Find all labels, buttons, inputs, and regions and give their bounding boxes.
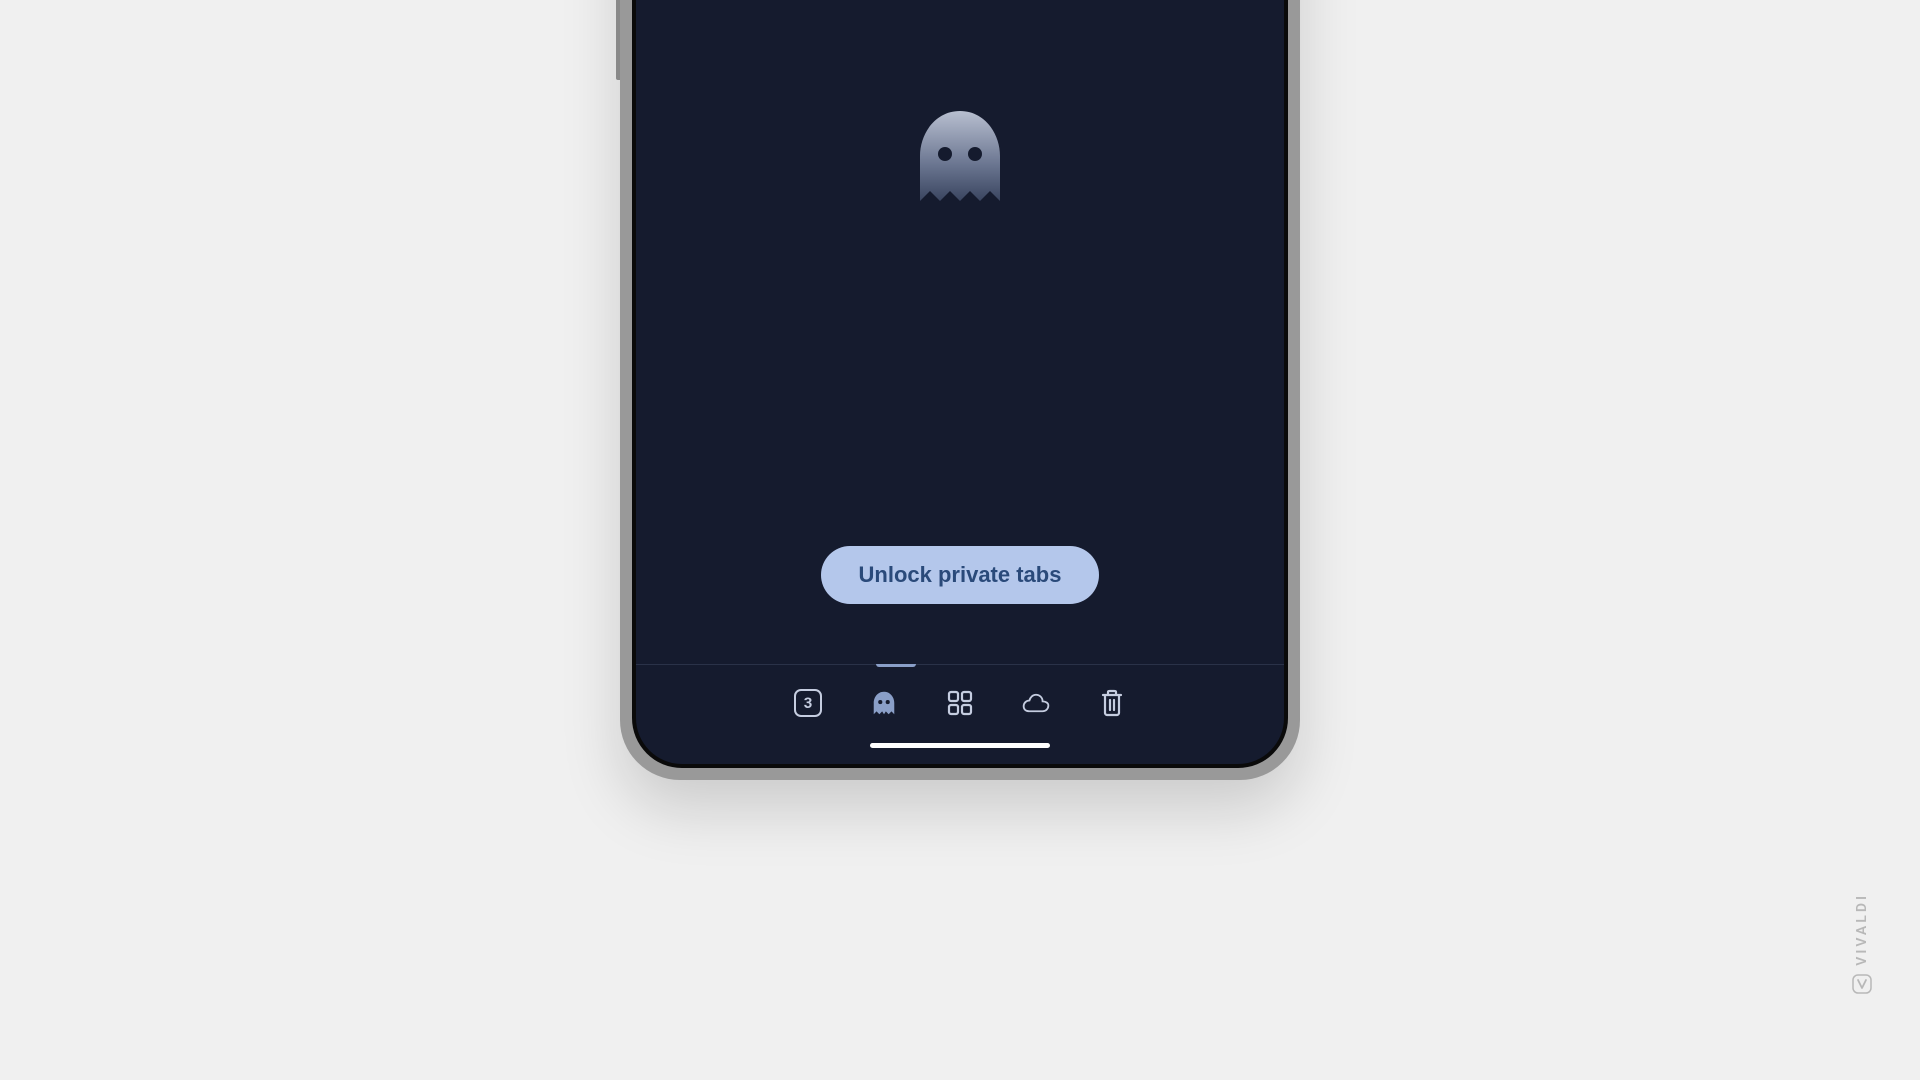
phone-side-button	[616, 0, 620, 80]
cloud-sync-button[interactable]	[1022, 689, 1050, 717]
unlock-private-tabs-button[interactable]: Unlock private tabs	[821, 546, 1100, 604]
grid-icon	[947, 690, 973, 716]
bottom-toolbar: 3	[636, 664, 1284, 764]
cloud-icon	[1022, 691, 1050, 715]
tabs-count-box-icon: 3	[794, 689, 822, 717]
tab-groups-button[interactable]	[946, 689, 974, 717]
active-tab-indicator	[876, 664, 916, 667]
tabs-count-button[interactable]: 3	[794, 689, 822, 717]
ghost-small-icon	[870, 689, 898, 717]
phone-frame: Unlock private tabs 3	[620, 0, 1300, 780]
tabs-count-value: 3	[804, 694, 813, 712]
vivaldi-brand: VIVALDI	[1852, 893, 1872, 994]
phone-bezel: Unlock private tabs 3	[632, 0, 1288, 768]
home-indicator	[870, 743, 1050, 748]
delete-all-button[interactable]	[1098, 689, 1126, 717]
vivaldi-brand-text: VIVALDI	[1854, 893, 1870, 966]
trash-icon	[1100, 689, 1124, 717]
private-tabs-button[interactable]	[870, 689, 898, 717]
ghost-icon	[910, 106, 1010, 216]
private-tabs-locked-view: Unlock private tabs	[636, 0, 1284, 664]
phone-screen: Unlock private tabs 3	[636, 0, 1284, 764]
vivaldi-logo-icon	[1852, 974, 1872, 994]
tab-bar: 3	[636, 665, 1284, 733]
